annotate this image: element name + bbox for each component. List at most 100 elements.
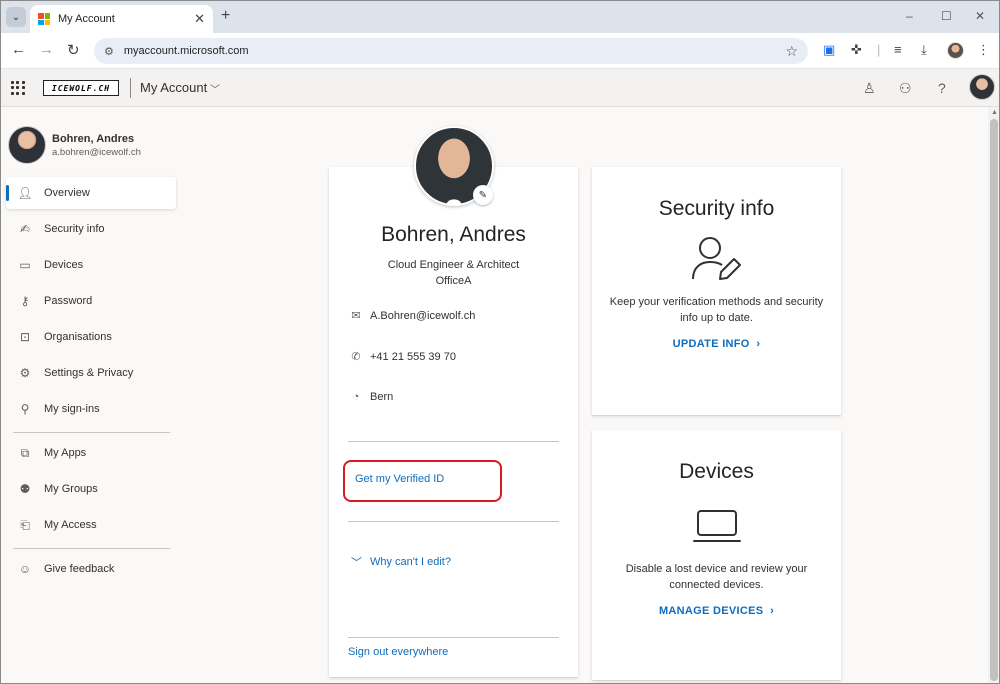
- profile-location-row: ◔ Bern: [349, 391, 394, 403]
- laptop-icon: ▭: [19, 258, 31, 272]
- sidebar-item-my-apps[interactable]: ⧉ My Apps: [6, 437, 176, 469]
- browser-menu-icon[interactable]: ⋮: [977, 42, 990, 58]
- translate-icon[interactable]: ▣: [823, 42, 835, 58]
- why-cant-edit-toggle[interactable]: ﹀ Why can't I edit?: [351, 554, 451, 570]
- key-icon: ⚷: [20, 294, 30, 308]
- profile-location: Bern: [370, 391, 394, 403]
- org-logo[interactable]: ICEWOLF.CH: [43, 80, 119, 96]
- security-info-title: Security info: [658, 197, 775, 220]
- chevron-down-icon[interactable]: ﹀: [210, 81, 220, 96]
- sidebar-item-my-access[interactable]: ⎗ My Access: [6, 509, 176, 541]
- phone-icon: ✆: [351, 351, 361, 363]
- get-verified-id-link[interactable]: Get my Verified ID: [355, 473, 444, 485]
- tab-search-button[interactable]: ⌄: [6, 7, 26, 27]
- minimize-button[interactable]: –: [906, 9, 913, 23]
- profile-email-row: ✉ A.Bohren@icewolf.ch: [349, 309, 476, 323]
- manage-devices-label: MANAGE DEVICES: [658, 605, 764, 617]
- chevron-down-icon: ⌄: [11, 11, 21, 23]
- sidebar-item-label: Give feedback: [44, 563, 115, 575]
- sidebar-item-label: My Groups: [44, 483, 98, 495]
- new-tab-button[interactable]: +: [221, 7, 230, 25]
- sidebar-user-email: a.bohren@icewolf.ch: [52, 147, 141, 158]
- why-cant-edit-label: Why can't I edit?: [370, 556, 451, 568]
- close-window-button[interactable]: ✕: [975, 9, 985, 23]
- sidebar-item-label: Password: [44, 295, 93, 307]
- gear-icon: ⚙: [19, 366, 31, 380]
- sidebar-user-name: Bohren, Andres: [52, 133, 135, 145]
- sidebar-item-overview[interactable]: 👤︎ Overview: [6, 177, 176, 209]
- reload-icon[interactable]: ↻: [67, 41, 80, 59]
- sidebar-item-label: Overview: [44, 187, 90, 199]
- sidebar-item-give-feedback[interactable]: ☺ Give feedback: [6, 553, 176, 585]
- browser-profile-avatar[interactable]: [947, 42, 964, 59]
- page-scrollbar[interactable]: ▲: [988, 107, 999, 683]
- extensions-icon[interactable]: ✜: [851, 42, 862, 58]
- app-launcher-icon[interactable]: [11, 81, 25, 95]
- access-icon: ⎗: [20, 517, 30, 532]
- chevron-down-icon: ﹀: [351, 557, 362, 569]
- site-settings-icon[interactable]: ⚙: [104, 45, 114, 58]
- header-avatar[interactable]: [969, 74, 995, 100]
- security-info-card[interactable]: Security info Keep your verification met…: [592, 167, 841, 415]
- browser-window: ⌄ My Account ✕ + – ☐ ✕ ← → ↻ ⚙ myaccount…: [0, 0, 1000, 684]
- profile-phone-row: ✆ +41 21 555 39 70: [349, 350, 456, 364]
- sidebar-item-label: My sign-ins: [44, 403, 100, 415]
- sidebar-item-my-groups[interactable]: ⚉ My Groups: [6, 473, 176, 505]
- update-info-link[interactable]: UPDATE INFO ›: [592, 338, 841, 350]
- sidebar-item-label: Settings & Privacy: [44, 367, 134, 379]
- edit-photo-button[interactable]: ✎: [473, 185, 493, 205]
- devices-description: Disable a lost device and review your co…: [625, 563, 808, 591]
- sidebar-item-label: Devices: [44, 259, 84, 271]
- sidebar-item-security-info[interactable]: ✍︎ Security info: [6, 213, 176, 245]
- laptop-icon: [693, 510, 741, 542]
- scroll-thumb[interactable]: [990, 119, 998, 681]
- profile-phone: +41 21 555 39 70: [370, 350, 456, 363]
- back-icon[interactable]: ←: [11, 41, 26, 58]
- chevron-right-icon: ›: [766, 605, 775, 617]
- sidebar-item-password[interactable]: ⚷ Password: [6, 285, 176, 317]
- scroll-up-icon[interactable]: ▲: [991, 109, 998, 116]
- org-chart-icon[interactable]: ⚇: [899, 80, 912, 97]
- forward-icon[interactable]: →: [39, 41, 54, 58]
- mail-icon: ✉: [351, 310, 361, 322]
- devices-title: Devices: [679, 460, 754, 483]
- profile-email: A.Bohren@icewolf.ch: [370, 309, 476, 322]
- apps-icon: ⧉: [20, 445, 30, 460]
- sidebar-item-my-sign-ins[interactable]: ⚲ My sign-ins: [6, 393, 176, 425]
- sidebar-item-organisations[interactable]: ⊡ Organisations: [6, 321, 176, 353]
- maximize-button[interactable]: ☐: [941, 9, 952, 23]
- sidebar: Bohren, Andres a.bohren@icewolf.ch 👤︎ Ov…: [1, 107, 181, 683]
- person-icon: 👤︎: [17, 186, 33, 200]
- groups-icon: ⚉: [19, 482, 31, 496]
- sidebar-divider: [13, 548, 170, 549]
- app-title[interactable]: My Account: [140, 80, 207, 95]
- signins-icon: ⚲: [20, 402, 30, 416]
- profile-job-title: Cloud Engineer & Architect: [387, 259, 520, 271]
- manage-devices-link[interactable]: MANAGE DEVICES ›: [592, 605, 841, 617]
- header-divider: [130, 78, 131, 98]
- help-icon[interactable]: ?: [938, 80, 946, 96]
- sidebar-item-label: My Apps: [44, 447, 87, 459]
- browser-tab[interactable]: My Account ✕: [30, 5, 213, 33]
- bookmark-star-icon[interactable]: ☆: [785, 43, 798, 60]
- feedback-icon: ☺: [18, 562, 32, 576]
- download-icon[interactable]: ⤓: [921, 42, 927, 58]
- microsoft-logo-icon: [38, 13, 50, 25]
- pencil-icon: ✎: [478, 189, 488, 201]
- profile-divider: [348, 637, 559, 638]
- tab-close-icon[interactable]: ✕: [194, 11, 205, 27]
- sidebar-item-devices[interactable]: ▭ Devices: [6, 249, 176, 281]
- address-bar[interactable]: ⚙ myaccount.microsoft.com ☆: [94, 38, 808, 64]
- media-control-icon[interactable]: ≡: [894, 42, 902, 57]
- sidebar-item-label: Security info: [44, 223, 105, 235]
- devices-card[interactable]: Devices Disable a lost device and review…: [592, 430, 841, 680]
- app-header: ICEWOLF.CH My Account ﹀ ♙ ⚇ ?: [1, 69, 999, 107]
- sidebar-item-settings-privacy[interactable]: ⚙ Settings & Privacy: [6, 357, 176, 389]
- sign-out-everywhere-link[interactable]: Sign out everywhere: [348, 646, 448, 658]
- sidebar-item-label: My Access: [44, 519, 97, 531]
- security-info-description: Keep your verification methods and secur…: [609, 296, 824, 324]
- sidebar-item-label: Organisations: [44, 331, 112, 343]
- browser-toolbar: ← → ↻ ⚙ myaccount.microsoft.com ☆ ▣ ✜ | …: [1, 33, 999, 69]
- profile-name: Bohren, Andres: [381, 223, 526, 246]
- feedback-person-icon[interactable]: ♙: [863, 80, 876, 97]
